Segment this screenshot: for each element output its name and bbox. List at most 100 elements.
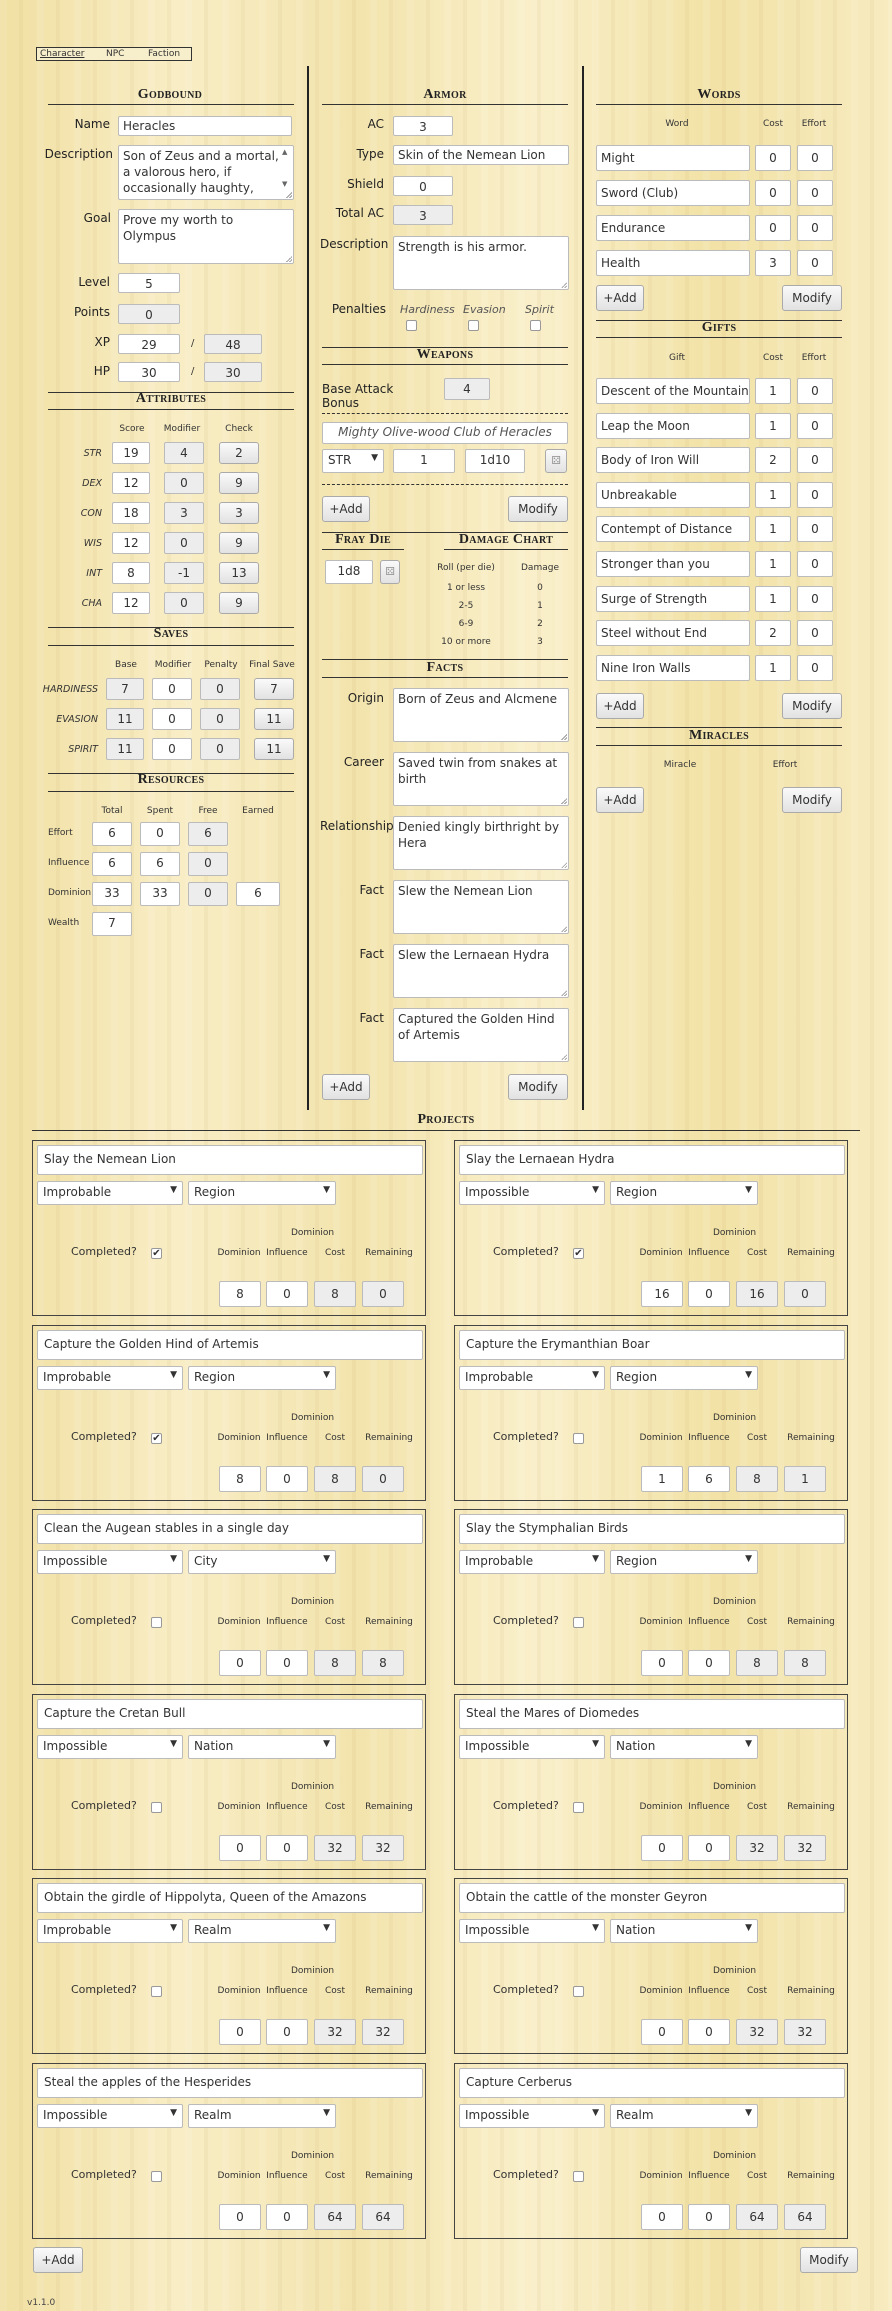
- project-scope-select[interactable]: Region ▼: [610, 1365, 758, 1390]
- project-difficulty-select[interactable]: Improbable ▼: [37, 1365, 183, 1390]
- modify-gifts-button[interactable]: Modify: [782, 693, 842, 719]
- resource-value[interactable]: 33: [92, 882, 132, 906]
- word-name-input[interactable]: Sword (Club): [596, 180, 750, 206]
- project-dominion-input[interactable]: 8: [219, 1465, 261, 1492]
- add-miracle-button[interactable]: +Add: [596, 787, 644, 813]
- project-influence-input[interactable]: 0: [688, 2019, 730, 2045]
- project-influence-input[interactable]: 6: [688, 1465, 730, 1492]
- project-difficulty-select[interactable]: Impossible ▼: [37, 2103, 183, 2128]
- gift-effort-input[interactable]: 0: [797, 585, 833, 612]
- gift-cost-input[interactable]: 1: [755, 516, 791, 543]
- project-title-input[interactable]: Slay the Nemean Lion: [37, 1145, 423, 1175]
- save-final-button[interactable]: 11: [254, 738, 294, 760]
- resource-value[interactable]: 33: [140, 882, 180, 906]
- save-modifier-input[interactable]: 0: [152, 708, 192, 730]
- completed-checkbox[interactable]: [573, 1617, 584, 1628]
- add-project-button[interactable]: +Add: [33, 2247, 83, 2273]
- word-effort-input[interactable]: 0: [797, 180, 833, 206]
- project-title-input[interactable]: Slay the Lernaean Hydra: [459, 1145, 845, 1175]
- level-input[interactable]: 5: [118, 273, 180, 293]
- save-final-button[interactable]: 11: [254, 708, 294, 730]
- attribute-check-button[interactable]: 9: [219, 592, 259, 614]
- project-difficulty-select[interactable]: Improbable ▼: [37, 1919, 183, 1943]
- fray-die-input[interactable]: 1d8: [325, 560, 373, 584]
- description-textarea[interactable]: Son of Zeus and a mortal, a valorous her…: [118, 145, 294, 200]
- weapon-damage-input[interactable]: 1d10: [465, 449, 525, 473]
- gift-cost-input[interactable]: 1: [755, 481, 791, 508]
- project-dominion-input[interactable]: 0: [219, 2203, 261, 2230]
- modify-words-button[interactable]: Modify: [782, 285, 842, 311]
- name-input[interactable]: Heracles: [118, 116, 292, 136]
- gift-name-input[interactable]: Leap the Moon: [596, 412, 750, 439]
- penalty-hardiness-checkbox[interactable]: [406, 320, 417, 331]
- project-dominion-input[interactable]: 0: [641, 2019, 683, 2045]
- word-name-input[interactable]: Endurance: [596, 215, 750, 241]
- save-final-button[interactable]: 7: [254, 678, 294, 700]
- project-scope-select[interactable]: Region ▼: [188, 1181, 336, 1205]
- gift-cost-input[interactable]: 1: [755, 654, 791, 681]
- roll-fray-button[interactable]: ⚄: [380, 560, 400, 584]
- goal-textarea[interactable]: Prove my worth to Olympus: [118, 209, 294, 264]
- completed-checkbox[interactable]: [151, 1801, 162, 1813]
- scroll-arrow-icon[interactable]: ▼: [282, 180, 287, 188]
- resource-value[interactable]: 6: [236, 882, 280, 906]
- word-effort-input[interactable]: 0: [797, 145, 833, 171]
- project-dominion-input[interactable]: 0: [219, 2019, 261, 2045]
- project-dominion-input[interactable]: 0: [219, 1650, 261, 1676]
- project-influence-input[interactable]: 0: [688, 1834, 730, 1861]
- armor-description-textarea[interactable]: Strength is his armor.: [393, 236, 569, 290]
- project-title-input[interactable]: Capture the Cretan Bull: [37, 1698, 423, 1729]
- project-scope-select[interactable]: Region ▼: [610, 1550, 758, 1574]
- attribute-check-button[interactable]: 9: [219, 532, 259, 554]
- save-modifier-input[interactable]: 0: [152, 738, 192, 760]
- completed-checkbox[interactable]: ✔: [573, 1248, 584, 1259]
- project-scope-select[interactable]: Nation ▼: [610, 1734, 758, 1759]
- project-scope-select[interactable]: Nation ▼: [610, 1919, 758, 1943]
- gift-effort-input[interactable]: 0: [797, 551, 833, 577]
- project-title-input[interactable]: Capture the Erymanthian Boar: [459, 1329, 845, 1360]
- gift-name-input[interactable]: Body of Iron Will: [596, 447, 750, 474]
- weapon-bonus-input[interactable]: 1: [393, 449, 455, 473]
- fact-textarea[interactable]: Captured the Golden Hind of Artemis: [393, 1008, 569, 1062]
- word-cost-input[interactable]: 3: [755, 250, 791, 276]
- gift-name-input[interactable]: Descent of the Mountain: [596, 378, 750, 404]
- project-scope-select[interactable]: City ▼: [188, 1550, 336, 1574]
- project-influence-input[interactable]: 0: [266, 1650, 308, 1676]
- modify-weapons-button[interactable]: Modify: [508, 496, 568, 522]
- penalty-evasion-checkbox[interactable]: [468, 320, 479, 331]
- save-modifier-input[interactable]: 0: [152, 678, 192, 700]
- project-title-input[interactable]: Obtain the cattle of the monster Geyron: [459, 1883, 845, 1913]
- project-title-input[interactable]: Capture the Golden Hind of Artemis: [37, 1329, 423, 1360]
- word-cost-input[interactable]: 0: [755, 215, 791, 241]
- completed-checkbox[interactable]: [573, 1801, 584, 1813]
- armor-type-input[interactable]: Skin of the Nemean Lion: [393, 145, 569, 165]
- project-dominion-input[interactable]: 16: [641, 1281, 683, 1307]
- project-scope-select[interactable]: Realm ▼: [610, 2103, 758, 2128]
- gift-effort-input[interactable]: 0: [797, 654, 833, 681]
- attribute-score-input[interactable]: 12: [112, 472, 150, 494]
- tab-faction[interactable]: Faction: [148, 48, 180, 60]
- project-influence-input[interactable]: 0: [266, 1834, 308, 1861]
- gift-cost-input[interactable]: 2: [755, 620, 791, 647]
- gift-name-input[interactable]: Contempt of Distance: [596, 516, 750, 543]
- project-influence-input[interactable]: 0: [266, 2203, 308, 2230]
- completed-checkbox[interactable]: [151, 1986, 162, 1997]
- completed-checkbox[interactable]: [573, 1432, 584, 1444]
- add-gift-button[interactable]: +Add: [596, 693, 644, 719]
- attribute-check-button[interactable]: 3: [219, 502, 259, 524]
- word-effort-input[interactable]: 0: [797, 215, 833, 241]
- project-difficulty-select[interactable]: Impossible ▼: [459, 2103, 605, 2128]
- completed-checkbox[interactable]: [151, 1617, 162, 1628]
- project-dominion-input[interactable]: 8: [219, 1281, 261, 1307]
- word-cost-input[interactable]: 0: [755, 145, 791, 171]
- add-fact-button[interactable]: +Add: [322, 1074, 370, 1100]
- project-influence-input[interactable]: 0: [266, 1281, 308, 1307]
- weapon-attribute-select[interactable]: STR ▼: [322, 449, 384, 473]
- project-title-input[interactable]: Capture Cerberus: [459, 2067, 845, 2098]
- project-difficulty-select[interactable]: Impossible ▼: [459, 1919, 605, 1943]
- completed-checkbox[interactable]: ✔: [151, 1248, 162, 1259]
- gift-cost-input[interactable]: 1: [755, 585, 791, 612]
- add-weapon-button[interactable]: +Add: [322, 496, 370, 522]
- gift-effort-input[interactable]: 0: [797, 447, 833, 474]
- project-difficulty-select[interactable]: Impossible ▼: [37, 1550, 183, 1574]
